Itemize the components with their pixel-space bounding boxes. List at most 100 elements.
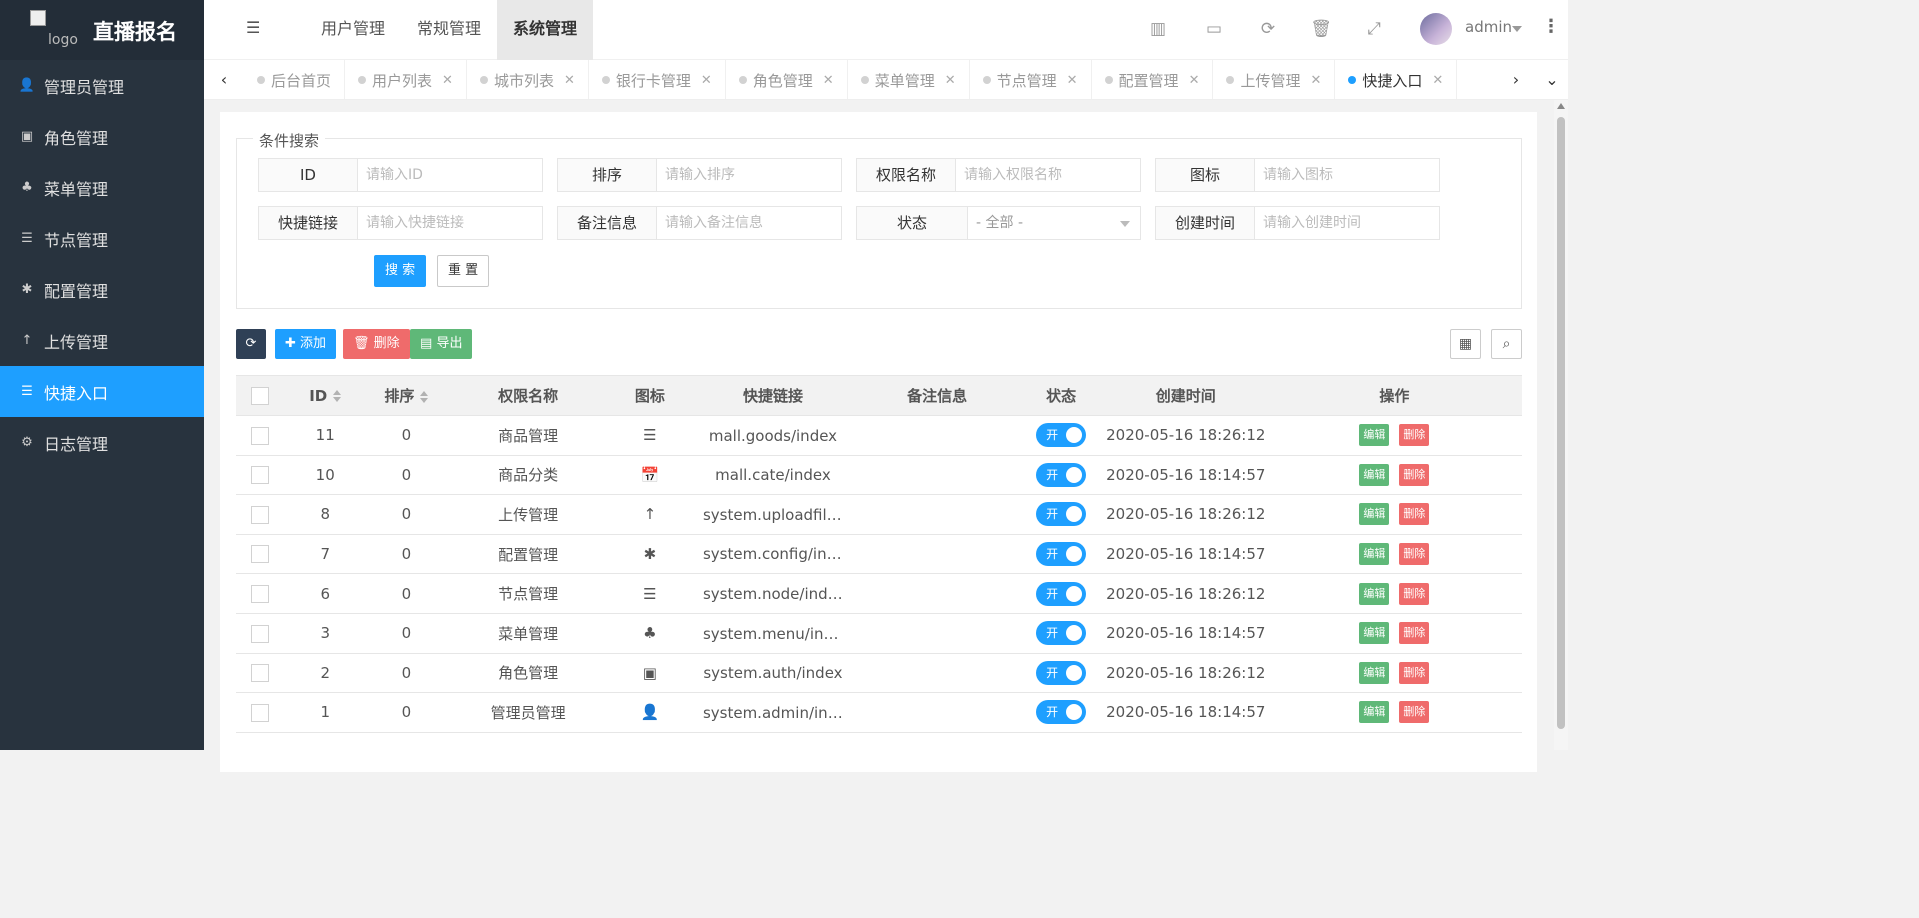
card-icon[interactable]: ▭ bbox=[1203, 18, 1225, 40]
columns-icon[interactable]: ▦ bbox=[1450, 329, 1481, 359]
edit-button[interactable]: 编辑 bbox=[1359, 701, 1390, 724]
sort-icon[interactable] bbox=[420, 390, 429, 403]
tab-item[interactable]: 城市列表 ✕ bbox=[467, 60, 589, 99]
tab-item[interactable]: 节点管理 ✕ bbox=[970, 60, 1092, 99]
delete-row-button[interactable]: 删除 bbox=[1399, 622, 1430, 645]
delete-row-button[interactable]: 删除 bbox=[1399, 463, 1430, 486]
column-header: 备注信息 bbox=[856, 375, 1018, 416]
tab-close-icon[interactable]: ✕ bbox=[945, 73, 956, 88]
row-checkbox[interactable] bbox=[250, 624, 269, 643]
edit-button[interactable]: 编辑 bbox=[1359, 543, 1390, 566]
tab-item[interactable]: 角色管理 ✕ bbox=[726, 60, 848, 99]
status-toggle[interactable]: 开 bbox=[1036, 700, 1087, 725]
delete-button[interactable]: 🗑 删除 bbox=[343, 329, 410, 359]
tab-item[interactable]: 后台首页 bbox=[244, 60, 346, 99]
status-toggle[interactable]: 开 bbox=[1036, 502, 1087, 527]
export-button[interactable]: ▤ 导出 bbox=[410, 329, 473, 359]
edit-button[interactable]: 编辑 bbox=[1359, 622, 1390, 645]
delete-row-button[interactable]: 删除 bbox=[1399, 582, 1430, 605]
more-vertical-icon[interactable]: ⋮ bbox=[1542, 16, 1560, 37]
select-all-checkbox[interactable] bbox=[250, 386, 269, 405]
search-button[interactable]: 搜 索 bbox=[374, 255, 427, 287]
top-nav-item[interactable]: 常规管理 bbox=[401, 0, 497, 60]
tab-close-icon[interactable]: ✕ bbox=[442, 73, 453, 88]
row-checkbox[interactable] bbox=[250, 584, 269, 603]
edit-button[interactable]: 编辑 bbox=[1359, 503, 1390, 526]
tab-menu-chevron-icon[interactable]: ⌄ bbox=[1536, 60, 1568, 99]
sort-icon[interactable] bbox=[333, 390, 342, 402]
edit-button[interactable]: 编辑 bbox=[1359, 424, 1390, 447]
row-checkbox[interactable] bbox=[250, 426, 269, 445]
row-checkbox[interactable] bbox=[250, 505, 269, 524]
delete-row-button[interactable]: 删除 bbox=[1399, 424, 1430, 447]
row-checkbox[interactable] bbox=[250, 545, 269, 564]
tab-item[interactable]: 快捷入口 ✕ bbox=[1335, 60, 1458, 99]
chart-icon[interactable]: ▥ bbox=[1147, 18, 1169, 40]
tab-next-icon[interactable]: › bbox=[1496, 60, 1536, 99]
search-input[interactable] bbox=[657, 159, 841, 191]
tab-item[interactable]: 用户列表 ✕ bbox=[345, 60, 467, 99]
reset-button[interactable]: 重 置 bbox=[437, 255, 490, 287]
tab-close-icon[interactable]: ✕ bbox=[1067, 73, 1078, 88]
tab-item[interactable]: 上传管理 ✕ bbox=[1213, 60, 1336, 99]
row-checkbox[interactable] bbox=[250, 466, 269, 485]
page-scrollbar[interactable] bbox=[1554, 100, 1568, 750]
status-toggle[interactable]: 开 bbox=[1036, 660, 1087, 685]
search-input[interactable] bbox=[358, 159, 542, 191]
sidebar-item[interactable]: 👤 管理员管理 bbox=[0, 60, 204, 111]
search-input[interactable] bbox=[358, 207, 542, 239]
tab-close-icon[interactable]: ✕ bbox=[1432, 73, 1443, 88]
scroll-up-icon[interactable] bbox=[1557, 103, 1565, 109]
add-button[interactable]: ✚ 添加 bbox=[275, 329, 337, 359]
top-nav-item[interactable]: 系统管理 bbox=[497, 0, 594, 60]
search-input[interactable] bbox=[1255, 207, 1439, 239]
sidebar-item[interactable]: ☰ 快捷入口 bbox=[0, 366, 204, 417]
trash-icon[interactable]: 🗑 bbox=[1310, 18, 1332, 40]
tab-prev-icon[interactable]: ‹ bbox=[204, 60, 244, 99]
refresh-icon[interactable]: ⟳ bbox=[1257, 18, 1279, 40]
search-input[interactable] bbox=[657, 207, 841, 239]
sidebar-item[interactable]: ↑ 上传管理 bbox=[0, 315, 204, 366]
refresh-table-button[interactable]: ⟳ bbox=[236, 329, 266, 359]
delete-row-button[interactable]: 删除 bbox=[1399, 661, 1430, 684]
edit-button[interactable]: 编辑 bbox=[1359, 582, 1390, 605]
collapse-menu-icon[interactable]: ☰ bbox=[246, 20, 262, 36]
avatar[interactable] bbox=[1420, 13, 1452, 45]
status-select[interactable]: - 全部 - bbox=[968, 207, 1140, 239]
row-checkbox[interactable] bbox=[250, 664, 269, 683]
status-toggle[interactable]: 开 bbox=[1036, 542, 1087, 567]
delete-row-button[interactable]: 删除 bbox=[1399, 543, 1430, 566]
delete-row-button[interactable]: 删除 bbox=[1399, 503, 1430, 526]
status-toggle[interactable]: 开 bbox=[1036, 423, 1087, 448]
tab-close-icon[interactable]: ✕ bbox=[564, 73, 575, 88]
tab-close-icon[interactable]: ✕ bbox=[701, 73, 712, 88]
column-header[interactable]: 排序 bbox=[367, 375, 446, 416]
row-checkbox[interactable] bbox=[250, 703, 269, 722]
sidebar-item[interactable]: ▣ 角色管理 bbox=[0, 111, 204, 162]
sidebar-item[interactable]: ⚙ 日志管理 bbox=[0, 417, 204, 468]
scroll-thumb[interactable] bbox=[1557, 117, 1565, 729]
sidebar-item[interactable]: ☰ 节点管理 bbox=[0, 213, 204, 264]
delete-row-button[interactable]: 删除 bbox=[1399, 701, 1430, 724]
search-input[interactable] bbox=[1255, 159, 1439, 191]
tab-close-icon[interactable]: ✕ bbox=[1310, 73, 1321, 88]
search-icon[interactable]: ⌕ bbox=[1491, 329, 1522, 359]
top-nav-item[interactable]: 用户管理 bbox=[305, 0, 401, 60]
user-name[interactable]: admin bbox=[1465, 18, 1512, 36]
edit-button[interactable]: 编辑 bbox=[1359, 463, 1390, 486]
chevron-down-icon[interactable] bbox=[1512, 26, 1522, 32]
tab-close-icon[interactable]: ✕ bbox=[823, 73, 834, 88]
edit-button[interactable]: 编辑 bbox=[1359, 661, 1390, 684]
tab-item[interactable]: 配置管理 ✕ bbox=[1092, 60, 1214, 99]
sidebar-item[interactable]: ✱ 配置管理 bbox=[0, 264, 204, 315]
status-toggle[interactable]: 开 bbox=[1036, 621, 1087, 646]
tab-item[interactable]: 菜单管理 ✕ bbox=[848, 60, 970, 99]
status-toggle[interactable]: 开 bbox=[1036, 581, 1087, 606]
fullscreen-icon[interactable]: ⤢ bbox=[1363, 18, 1385, 40]
tab-item[interactable]: 银行卡管理 ✕ bbox=[589, 60, 726, 99]
status-toggle[interactable]: 开 bbox=[1036, 462, 1087, 487]
search-input[interactable] bbox=[956, 159, 1140, 191]
sidebar-item[interactable]: ♣ 菜单管理 bbox=[0, 162, 204, 213]
tab-close-icon[interactable]: ✕ bbox=[1189, 73, 1200, 88]
column-header[interactable]: ID bbox=[283, 375, 368, 416]
